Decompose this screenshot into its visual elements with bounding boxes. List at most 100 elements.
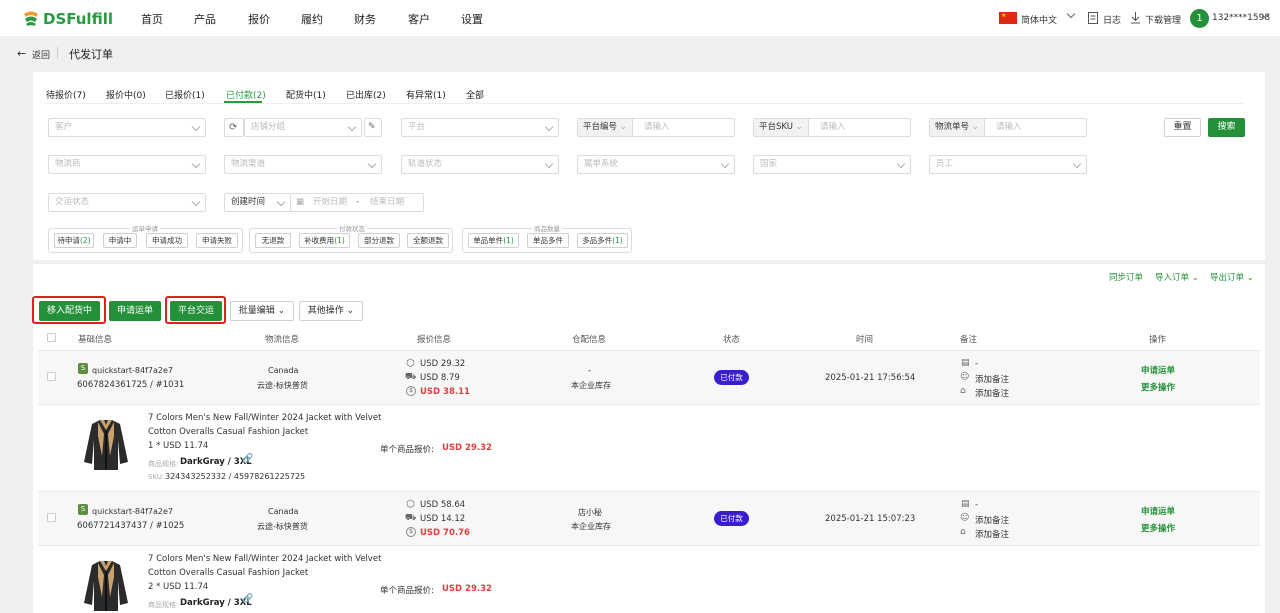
nav-settings[interactable]: 设置 [461, 11, 483, 27]
platform-select[interactable]: 平台 [401, 118, 559, 137]
select-all-checkbox[interactable] [47, 333, 56, 342]
add-note-link-2[interactable]: 添加备注 [975, 387, 1009, 399]
start-date-input[interactable]: 开始日期 [313, 194, 347, 211]
chip-extra-fee[interactable]: 补收费用(1) [299, 233, 350, 248]
end-date-input[interactable]: 结束日期 [370, 194, 404, 211]
add-note-link[interactable]: 添加备注 [975, 373, 1009, 385]
platform-no-field[interactable]: 平台编号 ⌄ 请输入 [577, 118, 735, 137]
order-checkbox[interactable] [47, 372, 56, 381]
add-note-link-2[interactable]: 添加备注 [975, 528, 1009, 540]
move-to-picking-button[interactable]: 移入配货中 [39, 301, 100, 321]
chip-single-multi[interactable]: 单品多件 [527, 233, 569, 248]
country-select[interactable]: 国家 [753, 155, 911, 174]
created-time-select[interactable]: 创建时间 [224, 193, 291, 212]
chip-single-item[interactable]: 单品单件(1) [468, 233, 519, 248]
back-link[interactable]: 返回 [32, 48, 50, 61]
nav-finance[interactable]: 财务 [354, 11, 376, 27]
tab-quoted[interactable]: 已报价(1) [165, 88, 205, 101]
export-orders-link[interactable]: 导出订单 ⌄ [1210, 271, 1254, 283]
face-icon: ☺ [960, 372, 970, 382]
chip-pending-apply[interactable]: 待申请(2) [54, 233, 94, 248]
more-actions-link[interactable]: 更多操作 [1141, 522, 1175, 534]
link-icon[interactable]: 🔗 [242, 454, 253, 464]
refresh-button[interactable]: ⟳ [224, 118, 244, 137]
language-selector[interactable]: 简体中文 [1021, 13, 1057, 26]
apply-waybill-button[interactable]: 申请运单 [109, 301, 161, 321]
col-basic-info: 基础信息 [78, 335, 113, 345]
apply-waybill-link[interactable]: 申请运单 [1141, 505, 1175, 517]
track-status-select[interactable]: 轨道状态 [401, 155, 559, 174]
product-title-line1[interactable]: 7 Colors Men's New Fall/Winter 2024 Jack… [148, 413, 381, 423]
tabs-divider [46, 103, 1244, 104]
brand-logo[interactable]: DSFulfill [22, 10, 113, 28]
other-actions-dropdown[interactable]: 其他操作 ⌄ [299, 301, 363, 321]
platform-deliver-button[interactable]: 平台交运 [170, 301, 222, 321]
tab-quoting[interactable]: 报价中(0) [106, 88, 146, 101]
logistics-provider-select[interactable]: 物流商 [48, 155, 206, 174]
home-icon: ⌂ [960, 386, 966, 396]
status-badge: 已付款 [714, 370, 749, 385]
staff-select[interactable]: 员工 [929, 155, 1087, 174]
tab-pending-quote[interactable]: 待报价(7) [46, 88, 86, 101]
shopify-icon: S [78, 363, 88, 374]
downloads-link[interactable]: 下载管理 [1145, 13, 1181, 26]
system-select[interactable]: 属单系统 [577, 155, 735, 174]
coin-icon: $ [406, 386, 416, 396]
date-range-picker[interactable]: ▦ 开始日期 - 结束日期 [290, 193, 424, 212]
tab-all[interactable]: 全部 [466, 88, 484, 101]
link-icon[interactable]: 🔗 [242, 594, 253, 604]
back-arrow-icon[interactable]: ← [17, 47, 26, 60]
shipping-price: USD 8.79 [420, 373, 460, 383]
deliver-status-select[interactable]: 交运状态 [48, 193, 206, 212]
country: Canada [268, 366, 299, 375]
sync-orders-link[interactable]: 同步订单 [1109, 271, 1143, 283]
avatar[interactable]: 1 [1190, 9, 1209, 28]
add-note-link[interactable]: 添加备注 [975, 514, 1009, 526]
import-orders-link[interactable]: 导入订单 ⌄ [1155, 271, 1199, 283]
warehouse-stock: 本企业库存 [571, 522, 611, 531]
logistics-no-label[interactable]: 物流单号 ⌄ [930, 119, 985, 136]
warehouse-stock: 本企业库存 [571, 381, 611, 390]
nav-products[interactable]: 产品 [194, 11, 216, 27]
nav-fulfillment[interactable]: 履约 [301, 11, 323, 27]
platform-no-label[interactable]: 平台编号 ⌄ [578, 119, 633, 136]
logistics-no-field[interactable]: 物流单号 ⌄ 请输入 [929, 118, 1087, 137]
chip-no-refund[interactable]: 无退款 [255, 233, 291, 248]
apply-waybill-link[interactable]: 申请运单 [1141, 364, 1175, 376]
tab-picking[interactable]: 配货中(1) [286, 88, 326, 101]
total-price: USD 70.76 [420, 528, 470, 538]
reset-button[interactable]: 重置 [1164, 118, 1201, 137]
order-checkbox[interactable] [47, 513, 56, 522]
product-title-line1[interactable]: 7 Colors Men's New Fall/Winter 2024 Jack… [148, 554, 381, 564]
shop-group-select[interactable]: 店铺分组 [244, 118, 362, 137]
more-actions-link[interactable]: 更多操作 [1141, 381, 1175, 393]
shopify-icon: S [78, 504, 88, 515]
tab-paid[interactable]: 已付款(2) [226, 88, 266, 101]
col-note: 备注 [960, 335, 978, 345]
nav-home[interactable]: 首页 [141, 11, 163, 27]
search-button[interactable]: 搜索 [1208, 118, 1245, 137]
platform-sku-label[interactable]: 平台SKU ⌄ [754, 119, 809, 136]
edit-button[interactable]: ✎ [364, 118, 382, 137]
customer-select[interactable]: 客户 [48, 118, 206, 137]
chip-full-refund[interactable]: 全额退款 [407, 233, 449, 248]
col-quote: 报价信息 [417, 335, 452, 345]
box-icon: ⬡ [406, 358, 415, 369]
platform-sku-field[interactable]: 平台SKU ⌄ 请输入 [753, 118, 911, 137]
tab-exception[interactable]: 有异常(1) [406, 88, 446, 101]
product-title-line2[interactable]: Cotton Overalls Casual Fashion Jacket [148, 568, 308, 578]
product-title-line2[interactable]: Cotton Overalls Casual Fashion Jacket [148, 427, 308, 437]
chip-multi-multi[interactable]: 多品多件(1) [577, 233, 628, 248]
tab-shipped[interactable]: 已出库(2) [346, 88, 386, 101]
chip-apply-success[interactable]: 申请成功 [146, 233, 188, 248]
nav-quotes[interactable]: 报价 [248, 11, 270, 27]
chip-applying[interactable]: 申请中 [103, 233, 137, 248]
chip-partial-refund[interactable]: 部分退款 [358, 233, 400, 248]
log-icon [1088, 12, 1098, 24]
brand-name: DSFulfill [43, 10, 113, 28]
nav-customers[interactable]: 客户 [408, 11, 430, 27]
chip-apply-fail[interactable]: 申请失败 [196, 233, 238, 248]
log-link[interactable]: 日志 [1103, 13, 1121, 26]
logistics-channel-select[interactable]: 物流渠道 [224, 155, 382, 174]
batch-edit-dropdown[interactable]: 批量编辑 ⌄ [230, 301, 294, 321]
